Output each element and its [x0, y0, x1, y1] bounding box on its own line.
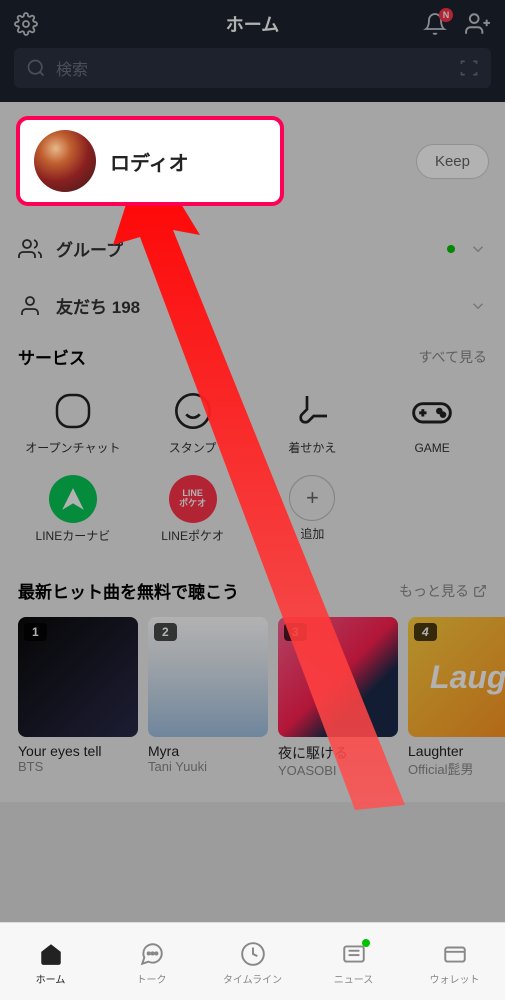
home-icon — [38, 941, 64, 967]
smile-icon — [169, 387, 217, 435]
tab-timeline[interactable]: タイムライン — [202, 941, 303, 986]
tab-talk[interactable]: トーク — [101, 941, 202, 986]
wallet-icon — [442, 941, 468, 967]
brush-icon — [288, 387, 336, 435]
service-openchat[interactable]: オープンチャット — [18, 387, 128, 457]
group-icon — [18, 237, 42, 261]
avatar — [34, 130, 96, 192]
add-friend-icon[interactable] — [465, 11, 491, 37]
friend-icon — [18, 294, 42, 318]
search-bar: 検索 — [0, 48, 505, 102]
game-icon — [408, 387, 456, 435]
plus-icon: + — [289, 475, 335, 521]
service-stamp[interactable]: スタンプ — [138, 387, 248, 457]
album-cover: 2 — [148, 617, 268, 737]
groups-label: グループ — [56, 236, 443, 261]
album-cover: 4Laugh — [408, 617, 505, 737]
profile-name: ロディオ — [110, 147, 189, 176]
album-cover: 1 — [18, 617, 138, 737]
music-card[interactable]: 1 Your eyes tell BTS — [18, 617, 138, 778]
tab-home[interactable]: ホーム — [0, 941, 101, 986]
chat-icon — [139, 941, 165, 967]
music-more[interactable]: もっと見る — [399, 581, 487, 601]
tab-badge-dot — [362, 939, 370, 947]
keep-button[interactable]: Keep — [416, 144, 489, 179]
services-see-all[interactable]: すべて見る — [419, 347, 487, 367]
qr-scan-icon[interactable] — [459, 58, 479, 78]
search-placeholder: 検索 — [56, 56, 449, 80]
external-link-icon — [473, 584, 487, 598]
service-pokeo[interactable]: LINEポケオ LINEポケオ — [138, 475, 248, 545]
service-game[interactable]: GAME — [377, 387, 487, 457]
search-icon — [26, 58, 46, 78]
music-card[interactable]: 2 Myra Tani Yuuki — [148, 617, 268, 778]
album-cover: 3 — [278, 617, 398, 737]
search-input[interactable]: 検索 — [14, 48, 491, 88]
status-dot — [447, 245, 455, 253]
header: ホーム N — [0, 0, 505, 48]
profile-card[interactable]: ロディオ — [16, 116, 284, 206]
service-carnavi[interactable]: LINEカーナビ — [18, 475, 128, 545]
openchat-icon — [49, 387, 97, 435]
friends-label: 友だち 198 — [56, 293, 455, 318]
pokeo-icon: LINEポケオ — [169, 475, 217, 523]
music-card[interactable]: 3 夜に駆ける YOASOBI — [278, 617, 398, 778]
friends-row[interactable]: 友だち 198 — [0, 277, 505, 334]
music-card[interactable]: 4Laugh Laughter Official髭男 — [408, 617, 505, 778]
chevron-down-icon — [469, 240, 487, 258]
tab-news[interactable]: ニュース — [303, 941, 404, 986]
tab-wallet[interactable]: ウォレット — [404, 941, 505, 986]
groups-row[interactable]: グループ — [0, 220, 505, 277]
notification-badge: N — [439, 8, 453, 22]
carnavi-icon — [49, 475, 97, 523]
service-theme[interactable]: 着せかえ — [258, 387, 368, 457]
music-title: 最新ヒット曲を無料で聴こう — [18, 578, 239, 603]
service-add[interactable]: + 追加 — [258, 475, 368, 545]
settings-icon[interactable] — [14, 12, 38, 36]
notification-icon[interactable]: N — [423, 12, 447, 36]
clock-icon — [240, 941, 266, 967]
tab-bar: ホーム トーク タイムライン ニュース ウォレット — [0, 922, 505, 1000]
chevron-down-icon — [469, 297, 487, 315]
services-title: サービス — [18, 344, 86, 369]
page-title: ホーム — [226, 11, 279, 37]
